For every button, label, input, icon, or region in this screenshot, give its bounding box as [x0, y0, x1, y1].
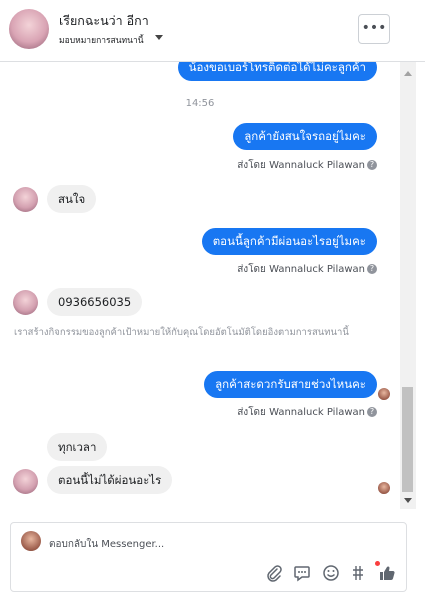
assign-conversation-link[interactable]: มอบหมายการสนทนานี้ — [59, 33, 144, 47]
sent-by-label: ส่งโดย Wannaluck Pilawan? — [237, 405, 377, 420]
incoming-message: ตอนนี้ไม่ได้ผ่อนอะไร — [47, 466, 173, 494]
like-icon[interactable] — [378, 564, 396, 582]
emoji-icon[interactable] — [322, 564, 340, 582]
attach-icon[interactable] — [265, 564, 283, 582]
contact-avatar[interactable] — [9, 9, 49, 49]
help-icon[interactable]: ? — [367, 160, 377, 170]
seen-avatar — [378, 388, 390, 400]
more-options-button[interactable]: ••• — [358, 14, 390, 44]
contact-avatar — [13, 469, 38, 494]
scrollbar-thumb[interactable] — [402, 387, 413, 492]
sent-by-text: ส่งโดย Wannaluck Pilawan — [237, 407, 365, 418]
incoming-message: สนใจ — [47, 185, 97, 213]
contact-avatar — [13, 187, 38, 212]
contact-name[interactable]: เรียกฉะนว่า อีกา — [59, 11, 149, 31]
incoming-message: 0936656035 — [47, 288, 143, 316]
lead-activity-notice: เราสร้างกิจกรรมของลูกค้าเป้าหมายให้กับคุ… — [14, 327, 349, 338]
sent-by-text: ส่งโดย Wannaluck Pilawan — [237, 160, 365, 171]
help-icon[interactable]: ? — [367, 407, 377, 417]
saved-replies-icon[interactable] — [293, 564, 311, 582]
scroll-down-arrow-icon[interactable] — [404, 498, 412, 503]
seen-avatar — [378, 482, 390, 494]
chevron-down-icon[interactable] — [155, 35, 163, 40]
contact-avatar — [13, 290, 38, 315]
outgoing-message: ลูกค้าสะดวกรับสายช่วงไหนคะ — [204, 371, 377, 398]
sent-by-label: ส่งโดย Wannaluck Pilawan? — [237, 158, 377, 173]
reply-composer[interactable]: ตอบกลับใน Messenger... — [10, 522, 407, 592]
help-icon[interactable]: ? — [367, 264, 377, 274]
sent-by-label: ส่งโดย Wannaluck Pilawan? — [237, 262, 377, 277]
page-avatar — [21, 531, 41, 551]
outgoing-message: ลูกค้ายังสนใจรถอยู่ไมคะ — [233, 123, 377, 150]
scroll-up-arrow-icon[interactable] — [404, 71, 412, 76]
sent-by-text: ส่งโดย Wannaluck Pilawan — [237, 264, 365, 275]
conversation-header: เรียกฉะนว่า อีกา มอบหมายการสนทนานี้ ••• — [0, 0, 425, 62]
outgoing-message: น้องขอเบอร์โทรติดต่อได้ไม่คะลูกค้า — [177, 62, 377, 81]
reply-input[interactable]: ตอบกลับใน Messenger... — [49, 537, 164, 552]
tag-icon[interactable] — [350, 564, 368, 582]
incoming-message: ทุกเวลา — [47, 433, 108, 461]
more-icon: ••• — [361, 20, 387, 36]
message-thread: น้องขอเบอร์โทรติดต่อได้ไม่คะลูกค้า 14:56… — [0, 62, 400, 509]
outgoing-message: ตอนนี้ลูกค้ามีผ่อนอะไรอยู่ไมคะ — [201, 228, 377, 255]
message-timestamp: 14:56 — [185, 98, 215, 109]
